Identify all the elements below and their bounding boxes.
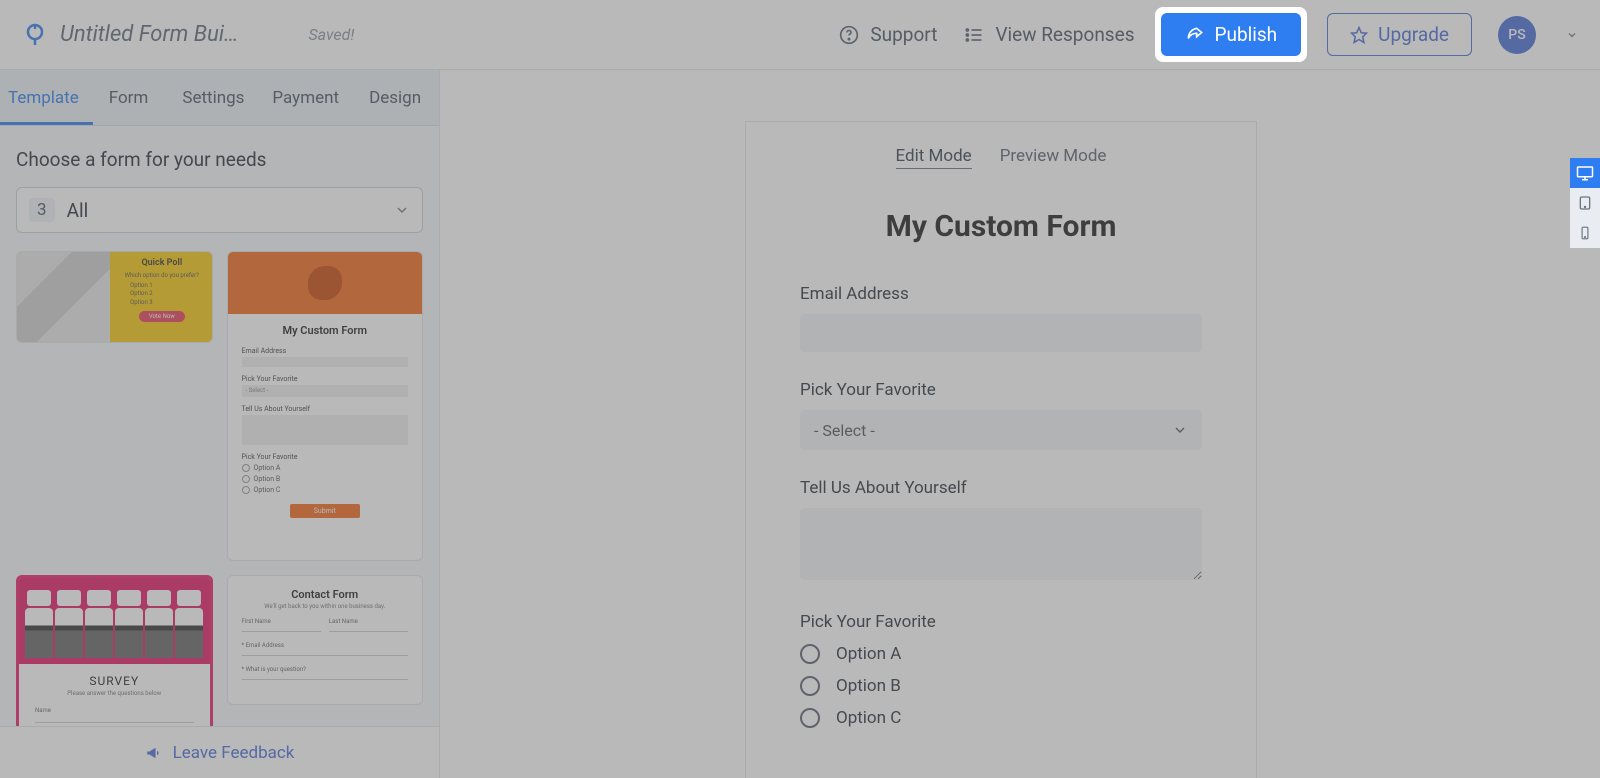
publish-button[interactable]: Publish bbox=[1161, 13, 1302, 56]
tpl-title: SURVEY bbox=[35, 674, 194, 688]
select-value: - Select - bbox=[814, 421, 875, 440]
mode-switch: Edit Mode Preview Mode bbox=[746, 122, 1256, 169]
choose-label: Choose a form for your needs bbox=[16, 148, 423, 171]
template-grid: Quick Poll Which option do you prefer? O… bbox=[16, 251, 423, 726]
tpl-lbl: * Email Address bbox=[242, 642, 409, 649]
tpl-lbl: Pick Your Favorite bbox=[242, 453, 409, 461]
support-link[interactable]: Support bbox=[838, 23, 937, 46]
tpl-title: My Custom Form bbox=[242, 324, 409, 337]
radio-label: Option B bbox=[836, 676, 901, 696]
field-about[interactable]: Tell Us About Yourself bbox=[800, 478, 1202, 584]
tpl-lbl: First Name bbox=[242, 618, 321, 625]
radio-option[interactable]: Option B bbox=[800, 676, 1202, 696]
tpl-opt: Option B bbox=[242, 475, 409, 483]
device-rail bbox=[1570, 158, 1600, 248]
tpl-opt: Option A bbox=[242, 464, 409, 472]
star-icon bbox=[1350, 26, 1368, 44]
tab-form[interactable]: Form bbox=[93, 70, 165, 125]
tpl-opt: Option 1 bbox=[130, 282, 205, 290]
leave-feedback-button[interactable]: Leave Feedback bbox=[0, 726, 439, 778]
tab-settings[interactable]: Settings bbox=[164, 70, 260, 125]
template-contact-form[interactable]: Contact Form We'll get back to you withi… bbox=[227, 575, 424, 705]
tpl-opt: Option C bbox=[242, 486, 409, 494]
tpl-lbl: Tell Us About Yourself bbox=[242, 405, 409, 413]
field-label: Pick Your Favorite bbox=[800, 380, 1202, 400]
support-label: Support bbox=[870, 23, 937, 46]
chevron-down-icon bbox=[394, 202, 410, 218]
tpl-lbl: Pick Your Favorite bbox=[242, 375, 409, 383]
user-avatar[interactable]: PS bbox=[1498, 16, 1536, 54]
form-canvas: Edit Mode Preview Mode My Custom Form Em… bbox=[746, 122, 1256, 778]
radio-icon bbox=[800, 708, 820, 728]
tpl-lbl: Last Name bbox=[329, 618, 408, 625]
tpl-btn: Vote Now bbox=[139, 311, 185, 322]
device-desktop-button[interactable] bbox=[1570, 158, 1600, 188]
template-filter-select[interactable]: 3 All bbox=[16, 187, 423, 233]
template-survey[interactable]: SURVEY Please answer the questions below… bbox=[16, 575, 213, 726]
tpl-opt: Option 2 bbox=[130, 290, 205, 298]
radio-option[interactable]: Option A bbox=[800, 644, 1202, 664]
form-heading[interactable]: My Custom Form bbox=[800, 209, 1202, 244]
tab-template[interactable]: Template bbox=[0, 70, 93, 125]
template-custom-form[interactable]: My Custom Form Email Address Pick Your F… bbox=[227, 251, 424, 561]
favorite-select[interactable]: - Select - bbox=[800, 410, 1202, 450]
save-status: Saved! bbox=[308, 25, 354, 44]
tpl-sel: - Select - bbox=[242, 385, 409, 397]
sidebar-tabs: Template Form Settings Payment Design bbox=[0, 70, 439, 126]
tab-design[interactable]: Design bbox=[355, 70, 437, 125]
publish-button-wrap: Publish bbox=[1161, 13, 1302, 56]
template-quick-poll[interactable]: Quick Poll Which option do you prefer? O… bbox=[16, 251, 213, 343]
field-favorite-select[interactable]: Pick Your Favorite - Select - bbox=[800, 380, 1202, 450]
top-bar: Untitled Form Bui… Saved! Support View R… bbox=[0, 0, 1600, 70]
tpl-sub: Which option do you prefer? bbox=[118, 272, 205, 279]
responses-label: View Responses bbox=[995, 23, 1134, 46]
upgrade-button[interactable]: Upgrade bbox=[1327, 13, 1472, 56]
tpl-sub: Please answer the questions below bbox=[35, 690, 194, 697]
radio-option[interactable]: Option C bbox=[800, 708, 1202, 728]
filter-count: 3 bbox=[29, 198, 55, 222]
tpl-submit: Submit bbox=[290, 504, 360, 518]
feedback-label: Leave Feedback bbox=[173, 743, 295, 763]
publish-label: Publish bbox=[1215, 23, 1278, 46]
radio-icon bbox=[800, 644, 820, 664]
tpl-sub: We'll get back to you within one busines… bbox=[242, 603, 409, 610]
help-icon bbox=[838, 24, 860, 46]
field-favorite-radio[interactable]: Pick Your Favorite Option A Option B Opt… bbox=[800, 612, 1202, 728]
radio-label: Option C bbox=[836, 708, 901, 728]
device-mobile-button[interactable] bbox=[1570, 218, 1600, 248]
app-logo-icon bbox=[22, 22, 48, 48]
chevron-down-icon bbox=[1172, 422, 1188, 438]
preview-mode-tab[interactable]: Preview Mode bbox=[1000, 146, 1107, 169]
tpl-lbl: * What is your question? bbox=[242, 666, 409, 673]
tpl-opt: Option 3 bbox=[130, 299, 205, 307]
share-icon bbox=[1185, 25, 1205, 45]
field-label: Email Address bbox=[800, 284, 1202, 304]
edit-mode-tab[interactable]: Edit Mode bbox=[896, 146, 972, 169]
device-tablet-button[interactable] bbox=[1570, 188, 1600, 218]
tpl-lbl: Email Address bbox=[242, 347, 409, 355]
tpl-title: Contact Form bbox=[242, 588, 409, 601]
field-label: Pick Your Favorite bbox=[800, 612, 1202, 632]
form-title[interactable]: Untitled Form Bui… bbox=[60, 22, 238, 47]
tab-payment[interactable]: Payment bbox=[260, 70, 355, 125]
tpl-title: Quick Poll bbox=[118, 258, 205, 268]
upgrade-label: Upgrade bbox=[1378, 23, 1449, 46]
filter-label: All bbox=[67, 199, 394, 222]
view-responses-link[interactable]: View Responses bbox=[963, 23, 1134, 46]
sidebar: Template Form Settings Payment Design Ch… bbox=[0, 70, 440, 778]
about-textarea[interactable] bbox=[800, 508, 1202, 580]
list-icon bbox=[963, 24, 985, 46]
megaphone-icon bbox=[145, 744, 163, 762]
field-email[interactable]: Email Address bbox=[800, 284, 1202, 352]
radio-label: Option A bbox=[836, 644, 901, 664]
radio-icon bbox=[800, 676, 820, 696]
chevron-down-icon[interactable] bbox=[1566, 29, 1578, 41]
tpl-lbl: Name bbox=[35, 707, 194, 714]
field-label: Tell Us About Yourself bbox=[800, 478, 1202, 498]
email-input[interactable] bbox=[800, 314, 1202, 352]
